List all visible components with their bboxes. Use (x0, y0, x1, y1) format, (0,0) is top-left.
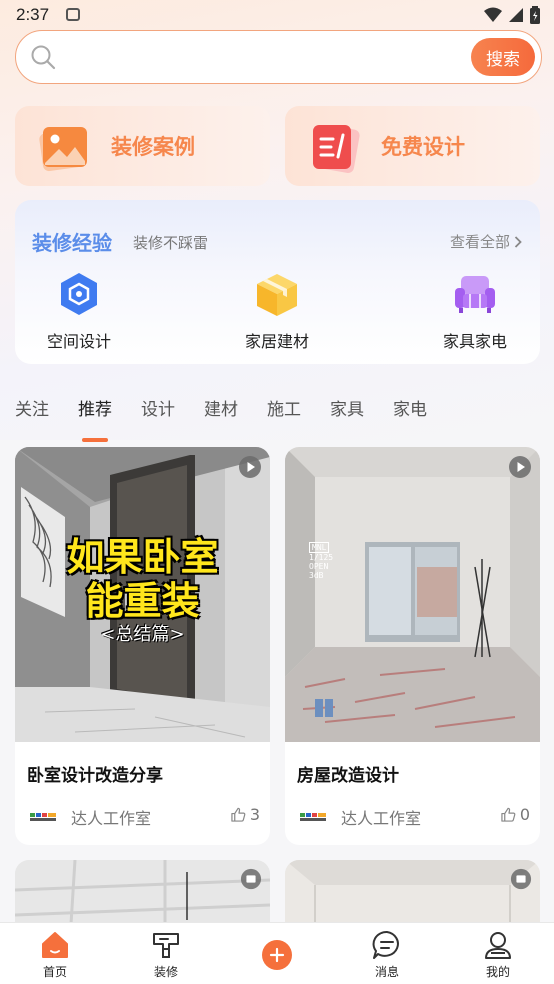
image-icon (39, 127, 87, 172)
feed-cover-image: MNL 1/125 OPEN 3dB (285, 447, 540, 742)
camera-text: 3dB (309, 571, 324, 580)
nav-home[interactable]: 首页 (15, 929, 95, 980)
camera-text: 1/125 (309, 553, 334, 562)
status-bar: 2:37 (0, 0, 554, 30)
nav-label: 首页 (42, 965, 67, 979)
experience-item-label: 家居建材 (244, 332, 309, 351)
like-button[interactable]: 3 (231, 805, 260, 824)
search-icon (31, 45, 56, 70)
experience-panel: 装修经验 装修不踩雷 查看全部 空间设计 家居建材 家具家电 (15, 200, 540, 364)
add-icon (269, 947, 285, 963)
home-icon (42, 932, 68, 958)
author-avatar (29, 811, 57, 823)
thumb-up-icon (231, 807, 246, 822)
feed-cover-image: 如果卧室 能重装 <总结篇> (15, 447, 270, 742)
message-icon (372, 930, 399, 959)
like-count: 3 (249, 805, 260, 824)
feed-title: 房屋改造设计 (297, 766, 399, 786)
play-icon (239, 456, 261, 478)
category-tabs: 关注 推荐 设计 建材 施工 家具 家电 (15, 392, 456, 442)
camera-text: MNL (309, 542, 330, 553)
nav-messages[interactable]: 消息 (347, 929, 427, 980)
nav-decoration[interactable]: 装修 (126, 929, 206, 980)
profile-icon (485, 932, 511, 959)
search-button[interactable]: 搜索 (471, 38, 535, 76)
bottom-nav: 首页 装修 消息 我的 (0, 922, 554, 984)
experience-item-space-design[interactable]: 空间设计 (24, 270, 134, 352)
cover-overlay-text: 如果卧室 能重装 <总结篇> (15, 535, 270, 647)
feed-card[interactable]: 如果卧室 能重装 <总结篇> 卧室设计改造分享 达人工作室 3 (15, 447, 270, 845)
author-avatar (299, 811, 327, 823)
experience-item-building-materials[interactable]: 家居建材 (222, 270, 332, 352)
search-input[interactable] (68, 43, 468, 71)
nav-profile[interactable]: 我的 (458, 929, 538, 980)
experience-subtitle: 装修不踩雷 (133, 234, 209, 252)
nav-label: 我的 (485, 965, 510, 979)
battery-icon (530, 6, 540, 24)
feature-card-label: 免费设计 (381, 135, 465, 159)
search-bar[interactable]: 搜索 (15, 30, 542, 84)
design-note-icon (313, 124, 360, 174)
feature-card-label: 装修案例 (111, 135, 195, 159)
nav-label: 装修 (153, 965, 178, 979)
experience-item-label: 家具家电 (442, 332, 507, 351)
camera-text: OPEN (309, 562, 329, 571)
signal-icon (509, 8, 523, 22)
camera-overlay: MNL 1/125 OPEN 3dB (309, 542, 333, 580)
experience-title: 装修经验 (32, 231, 112, 255)
image-badge-icon (240, 868, 262, 890)
tab-materials[interactable]: 建材 (204, 392, 238, 432)
decor-icon (153, 933, 179, 958)
space-design-icon (61, 273, 97, 315)
chevron-right-icon (514, 235, 522, 248)
tab-furniture[interactable]: 家具 (330, 392, 364, 432)
like-button[interactable]: 0 (501, 805, 530, 824)
add-button[interactable] (262, 940, 292, 970)
experience-item-label: 空间设计 (46, 332, 111, 351)
wifi-icon (484, 7, 502, 22)
decoration-cases-card[interactable]: 装修案例 (15, 106, 270, 186)
author-name: 达人工作室 (71, 809, 152, 828)
author-name: 达人工作室 (341, 809, 422, 828)
cover-text-line: 能重装 (85, 579, 200, 623)
image-badge-icon (510, 868, 532, 890)
status-time: 2:37 (16, 5, 50, 24)
sofa-icon (455, 276, 495, 313)
tab-follow[interactable]: 关注 (15, 392, 49, 432)
tab-recommend[interactable]: 推荐 (78, 392, 112, 442)
cover-text-line: 如果卧室 (66, 535, 219, 579)
view-all-label: 查看全部 (449, 233, 510, 251)
cover-text-line: <总结篇> (100, 624, 185, 645)
view-all-link[interactable]: 查看全部 (450, 231, 522, 252)
tab-appliances[interactable]: 家电 (393, 392, 427, 432)
feed-card[interactable]: MNL 1/125 OPEN 3dB 房屋改造设计 达人工作室 0 (285, 447, 540, 845)
feed-title: 卧室设计改造分享 (27, 766, 163, 786)
experience-item-furniture[interactable]: 家具家电 (420, 270, 530, 352)
nav-label: 消息 (374, 965, 399, 979)
play-icon (509, 456, 531, 478)
box-icon (257, 274, 297, 316)
like-count: 0 (519, 805, 530, 824)
thumb-up-icon (501, 807, 516, 822)
tab-construction[interactable]: 施工 (267, 392, 301, 432)
tab-design[interactable]: 设计 (141, 392, 175, 432)
status-icons (484, 6, 540, 24)
notification-icon (66, 8, 80, 21)
free-design-card[interactable]: 免费设计 (285, 106, 540, 186)
